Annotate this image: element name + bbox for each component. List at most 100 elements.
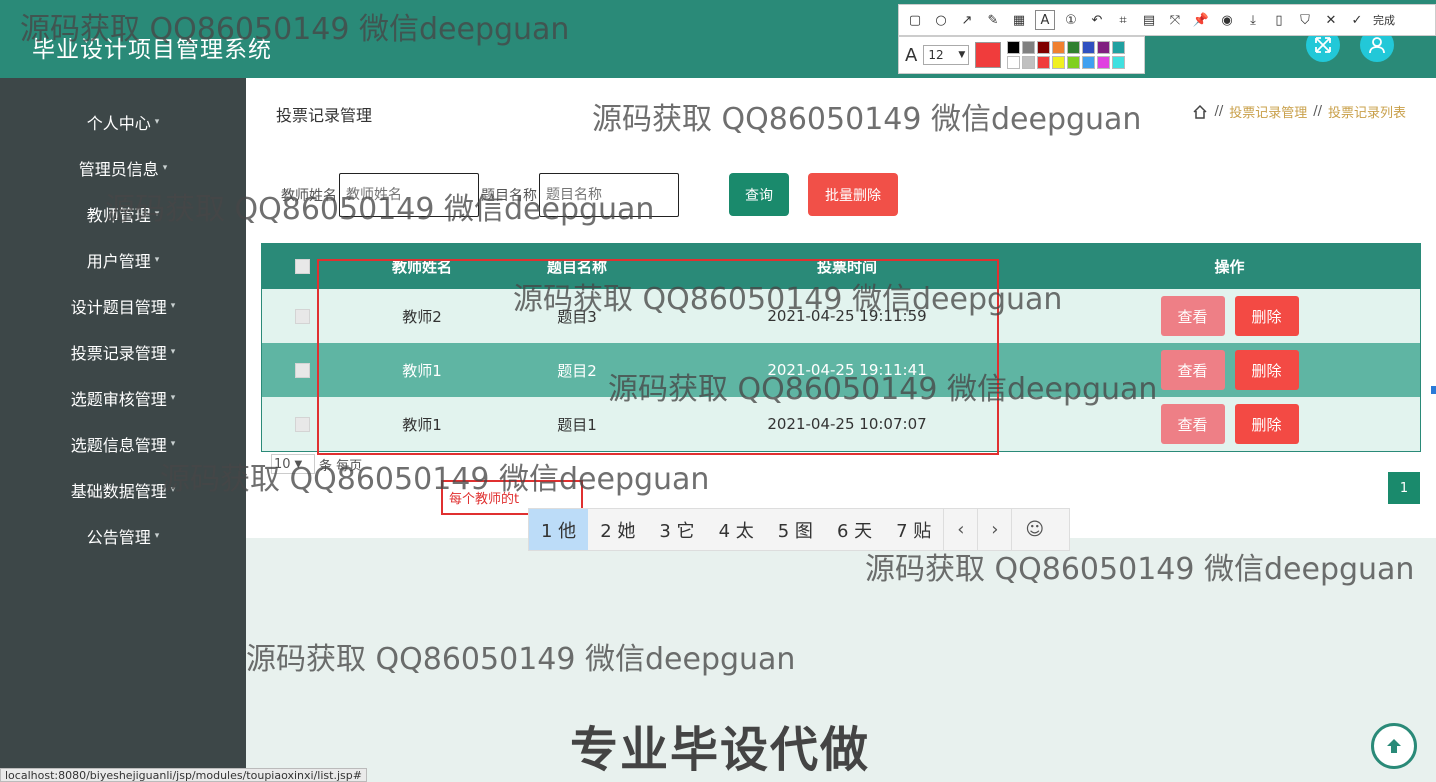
app-title: 毕业设计项目管理系统 <box>32 37 272 63</box>
record-icon[interactable]: ◉ <box>1217 10 1237 30</box>
breadcrumb-item-vote-list[interactable]: 投票记录列表 <box>1328 102 1406 121</box>
phone-icon[interactable]: ▯ <box>1269 10 1289 30</box>
ime-candidate[interactable]: 7 贴 <box>884 509 943 550</box>
text-tool-icon[interactable]: A <box>1035 10 1055 30</box>
done-label[interactable]: 完成 <box>1373 12 1395 28</box>
color-swatch[interactable] <box>1067 56 1081 69</box>
select-all-checkbox[interactable] <box>294 259 310 274</box>
emoji-icon[interactable]: ☺ <box>1011 509 1057 550</box>
table-row: 教师1 题目1 2021-04-25 10:07:07 查看 删除 <box>262 397 1420 451</box>
row-checkbox[interactable] <box>294 416 310 432</box>
row-checkbox[interactable] <box>294 362 310 378</box>
caret-down-icon: ▾ <box>154 209 160 219</box>
color-swatch[interactable] <box>1097 41 1111 54</box>
ime-candidate[interactable]: 2 她 <box>588 509 647 550</box>
batch-delete-button[interactable]: 批量删除 <box>808 173 898 216</box>
sidebar-item-label: 管理员信息 <box>78 160 159 179</box>
ime-next-icon[interactable]: › <box>977 509 1011 550</box>
ime-candidate[interactable]: 1 他 <box>529 509 589 550</box>
ime-candidate[interactable]: 5 图 <box>766 509 825 550</box>
check-icon[interactable]: ✓ <box>1347 10 1367 30</box>
color-swatch[interactable] <box>1112 41 1126 54</box>
cell-teacher-name: 教师1 <box>402 415 442 434</box>
color-swatch[interactable] <box>1007 41 1021 54</box>
sidebar-item-admin-info[interactable]: 管理员信息 ▾ <box>0 148 246 188</box>
color-swatch[interactable] <box>1097 56 1111 69</box>
ime-candidate[interactable]: 6 天 <box>825 509 884 550</box>
undo-icon[interactable]: ↶ <box>1087 10 1107 30</box>
page-size-select[interactable]: 10 ▼ <box>271 454 315 474</box>
topic-name-input[interactable] <box>539 173 679 217</box>
current-color-swatch[interactable] <box>975 42 1002 68</box>
color-swatch[interactable] <box>1037 56 1051 69</box>
number-tool-icon[interactable]: ① <box>1061 10 1081 30</box>
query-button[interactable]: 查询 <box>729 173 789 216</box>
sidebar-item-review[interactable]: 选题审核管理 ▾ <box>0 378 246 418</box>
sidebar-item-topics[interactable]: 设计题目管理 ▾ <box>0 286 246 326</box>
color-swatch[interactable] <box>1052 41 1066 54</box>
teacher-name-input[interactable] <box>339 173 479 217</box>
crop-icon[interactable]: ⌗ <box>1113 10 1133 30</box>
sidebar-item-personal-center[interactable]: 个人中心 ▾ <box>0 102 246 142</box>
pen-tool-icon[interactable]: ✎ <box>983 10 1003 30</box>
caret-down-icon: ▾ <box>154 255 160 265</box>
ime-candidate[interactable]: 3 它 <box>647 509 706 550</box>
view-button[interactable]: 查看 <box>1160 296 1225 336</box>
mosaic-tool-icon[interactable]: ▦ <box>1009 10 1029 30</box>
ellipse-tool-icon[interactable]: ○ <box>931 10 951 30</box>
color-swatch[interactable] <box>1112 56 1126 69</box>
rectangle-tool-icon[interactable]: ▢ <box>905 10 925 30</box>
page-size-value: 10 <box>274 456 291 472</box>
teacher-name-label: 教师姓名 <box>281 188 337 204</box>
color-swatch[interactable] <box>1067 41 1081 54</box>
font-size-select[interactable]: 12 ▼ <box>923 45 970 65</box>
color-swatch[interactable] <box>1022 41 1036 54</box>
caret-down-icon: ▾ <box>162 163 168 173</box>
ime-candidate[interactable]: 4 太 <box>707 509 766 550</box>
sidebar-item-base-data[interactable]: 基础数据管理 ▾ <box>0 470 246 510</box>
view-button[interactable]: 查看 <box>1160 404 1225 444</box>
row-checkbox[interactable] <box>294 308 310 324</box>
view-button[interactable]: 查看 <box>1160 350 1225 390</box>
sidebar-item-votes[interactable]: 投票记录管理 ▾ <box>0 332 246 372</box>
chevron-down-icon: ▼ <box>958 50 966 60</box>
color-swatch[interactable] <box>1022 56 1036 69</box>
ime-prev-icon[interactable]: ‹ <box>943 509 977 550</box>
color-swatch[interactable] <box>1037 41 1051 54</box>
cell-topic-name: 题目2 <box>557 361 597 380</box>
home-icon[interactable] <box>1192 104 1208 120</box>
color-swatch[interactable] <box>1082 41 1096 54</box>
watermark-banner: 专业毕设代做 <box>570 722 871 778</box>
vote-records-table: 教师姓名 题目名称 投票时间 操作 教师2 题目3 2021-04-25 19:… <box>261 243 1421 452</box>
color-swatch[interactable] <box>1082 56 1096 69</box>
sidebar-item-label: 教师管理 <box>86 206 151 225</box>
pin-icon[interactable]: 📌 <box>1191 10 1211 30</box>
color-swatch[interactable] <box>1007 56 1021 69</box>
delete-button[interactable]: 删除 <box>1234 296 1299 336</box>
sidebar-item-notices[interactable]: 公告管理 ▾ <box>0 516 246 556</box>
breadcrumb-item-vote-records[interactable]: 投票记录管理 <box>1229 102 1307 121</box>
row-select-cell <box>292 289 312 343</box>
close-icon[interactable]: ✕ <box>1321 10 1341 30</box>
delete-button[interactable]: 删除 <box>1234 404 1299 444</box>
sidebar-item-teachers[interactable]: 教师管理 ▾ <box>0 194 246 234</box>
main-panel: 投票记录管理 // 投票记录管理 // 投票记录列表 教师姓名 题目名称 查询 … <box>246 78 1436 538</box>
chevron-down-icon: ▼ <box>294 458 303 470</box>
page-number-current[interactable]: 1 <box>1388 472 1420 504</box>
delete-button[interactable]: 删除 <box>1234 350 1299 390</box>
row-actions: 查看 删除 <box>1142 289 1317 343</box>
back-to-top-icon[interactable] <box>1371 723 1417 769</box>
scan-icon[interactable]: ⤧ <box>1165 10 1185 30</box>
font-size-value: 12 <box>928 48 944 62</box>
row-select-cell <box>292 343 312 397</box>
col-teacher-name: 教师姓名 <box>391 258 452 276</box>
cell-vote-time: 2021-04-25 10:07:07 <box>767 415 927 433</box>
bookmark-icon[interactable]: ⛉ <box>1295 10 1315 30</box>
cell-vote-time: 2021-04-25 19:11:59 <box>767 307 927 325</box>
download-icon[interactable]: ⤓ <box>1243 10 1263 30</box>
sidebar-item-selection-info[interactable]: 选题信息管理 ▾ <box>0 424 246 464</box>
color-swatch[interactable] <box>1052 56 1066 69</box>
arrow-tool-icon[interactable]: ↗ <box>957 10 977 30</box>
ocr-icon[interactable]: ▤ <box>1139 10 1159 30</box>
sidebar-item-users[interactable]: 用户管理 ▾ <box>0 240 246 280</box>
